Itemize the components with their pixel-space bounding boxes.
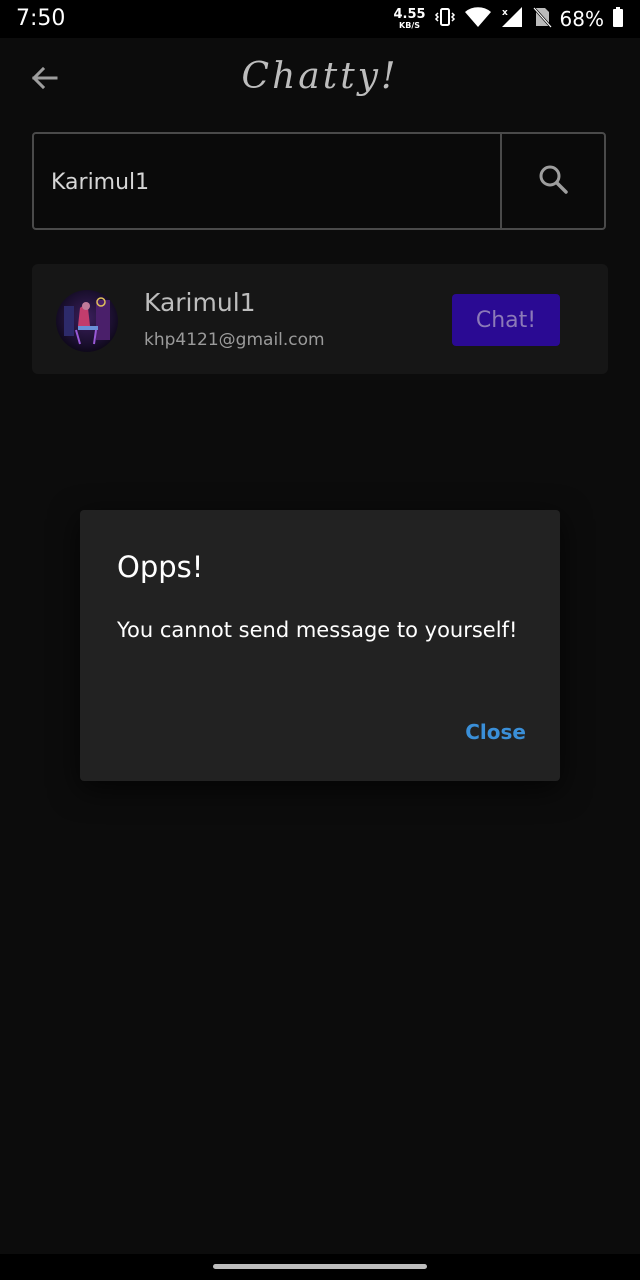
- status-bar: 7:50 4.55 KB/S x 68%: [0, 0, 640, 38]
- no-sim-icon: [532, 6, 552, 33]
- alert-dialog: Opps! You cannot send message to yoursel…: [80, 510, 560, 781]
- search-button[interactable]: [500, 134, 604, 228]
- home-indicator[interactable]: [213, 1264, 427, 1269]
- wifi-icon: [464, 6, 492, 33]
- navigation-bar: [0, 1254, 640, 1280]
- chat-button[interactable]: Chat!: [452, 294, 560, 346]
- user-name: Karimul1: [144, 288, 256, 317]
- app-bar: Chatty!: [0, 38, 640, 124]
- user-email: khp4121@gmail.com: [144, 330, 325, 350]
- search-input[interactable]: [34, 134, 500, 230]
- avatar: [56, 290, 118, 352]
- dialog-message: You cannot send message to yourself!: [117, 618, 518, 642]
- battery-icon: [612, 6, 624, 33]
- signal-icon: x: [500, 6, 524, 33]
- status-time: 7:50: [16, 6, 66, 31]
- search-icon: [537, 163, 569, 200]
- dialog-close-button[interactable]: Close: [465, 720, 526, 744]
- app-title: Chatty!: [241, 56, 399, 97]
- network-speed-unit: KB/S: [399, 21, 420, 30]
- screen: 7:50 4.55 KB/S x 68% Chatty! Karimul1 Ka…: [0, 0, 640, 1280]
- status-icons: 4.55 KB/S x 68%: [393, 0, 624, 38]
- battery-percent: 68%: [559, 7, 604, 31]
- dialog-title: Opps!: [117, 550, 204, 584]
- user-result-card: Karimul1 khp4121@gmail.com Chat!: [32, 264, 608, 374]
- network-speed: 4.55 KB/S: [393, 8, 425, 30]
- search-bar: [32, 132, 606, 230]
- network-speed-value: 4.55: [393, 7, 426, 22]
- svg-text:x: x: [502, 8, 508, 18]
- vibrate-icon: [434, 6, 456, 33]
